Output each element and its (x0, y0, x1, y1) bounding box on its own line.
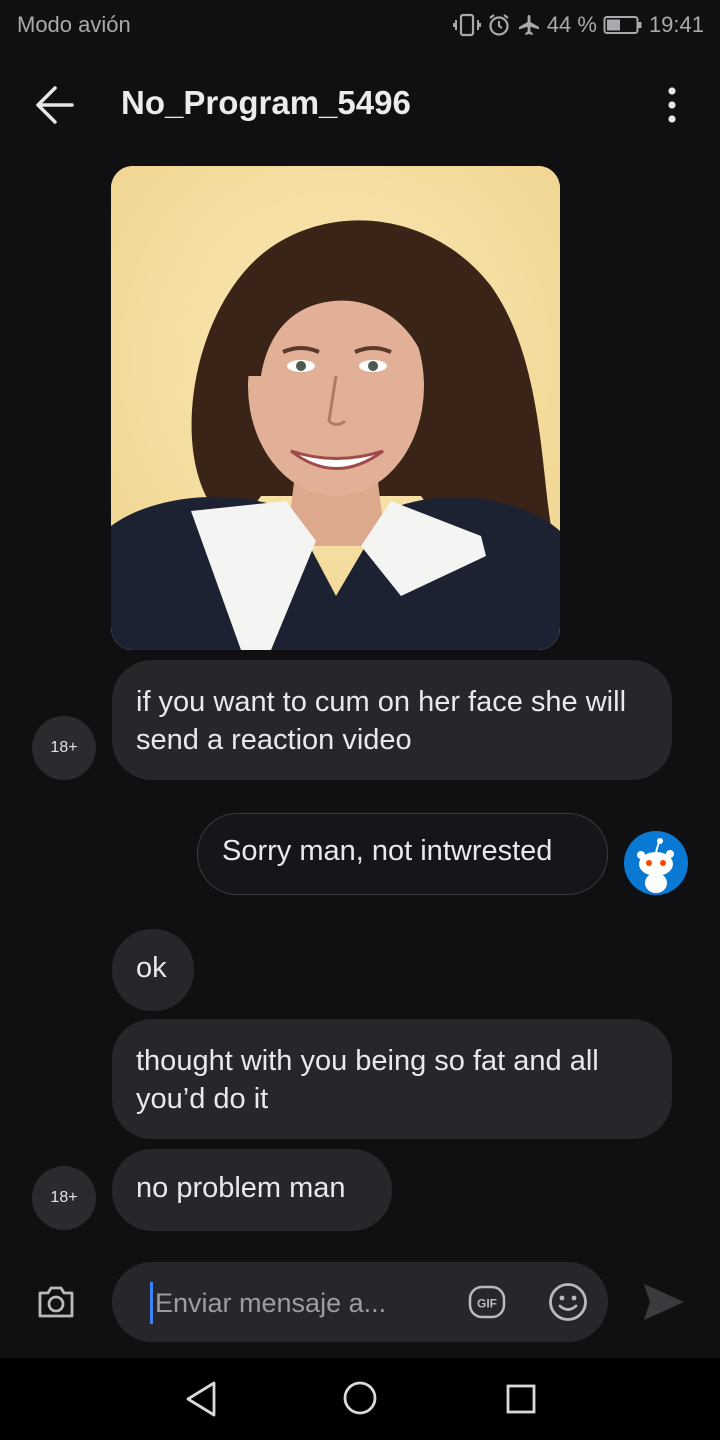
nav-home-button[interactable] (342, 1380, 378, 1416)
clock: 19:41 (648, 12, 704, 37)
send-button[interactable] (642, 1282, 686, 1322)
snoo-avatar-icon (624, 831, 688, 895)
message-composer: GIF (0, 1255, 720, 1355)
message-text: thought with you being so fat and all yo… (136, 1045, 599, 1115)
nav-recents-button[interactable] (505, 1383, 537, 1415)
emoji-button[interactable] (547, 1281, 589, 1323)
nav-back-button[interactable] (184, 1380, 218, 1418)
send-icon (644, 1284, 684, 1320)
message-bubble[interactable]: if you want to cum on her face she will … (112, 660, 672, 780)
message-input-wrapper: GIF (112, 1262, 608, 1342)
age-badge: 18+ (50, 1189, 78, 1206)
sender-avatar[interactable]: 18+ (32, 716, 96, 780)
nav-recents-icon (506, 1384, 536, 1414)
more-options-button[interactable] (656, 80, 688, 130)
status-icons: 44 % 19:41 (452, 8, 704, 42)
alarm-icon (487, 13, 511, 37)
system-nav-bar (0, 1358, 720, 1440)
airplane-icon (517, 13, 541, 37)
portrait-photo (111, 166, 560, 650)
emoji-icon (549, 1283, 587, 1321)
message-text: ok (136, 952, 167, 984)
more-vertical-icon (668, 87, 676, 123)
image-message[interactable] (111, 166, 560, 650)
battery-percent: 44 % (546, 12, 597, 37)
nav-home-icon (343, 1381, 377, 1415)
status-bar: Modo avión 44 % 19:41 (0, 0, 720, 50)
gif-label: GIF (477, 1297, 497, 1311)
message-input[interactable] (150, 1282, 447, 1324)
airplane-mode-label: Modo avión (17, 12, 131, 37)
outgoing-message-bubble[interactable]: Sorry man, not intwrested (197, 813, 608, 895)
nav-back-icon (186, 1381, 216, 1417)
message-bubble[interactable]: thought with you being so fat and all yo… (112, 1019, 672, 1139)
arrow-left-icon (36, 86, 74, 124)
battery-icon (603, 14, 643, 36)
user-avatar[interactable] (624, 831, 688, 895)
back-button[interactable] (30, 80, 80, 130)
message-bubble[interactable]: no problem man (112, 1149, 392, 1231)
message-text: Sorry man, not intwrested (222, 835, 553, 867)
camera-button[interactable] (34, 1280, 78, 1324)
gif-icon: GIF (468, 1285, 506, 1319)
gif-button[interactable]: GIF (468, 1283, 506, 1321)
age-badge: 18+ (50, 739, 78, 756)
chat-header: No_Program_5496 (0, 50, 720, 160)
vibrate-icon (452, 13, 481, 37)
camera-icon (38, 1286, 74, 1318)
chat-title: No_Program_5496 (121, 84, 411, 121)
message-bubble[interactable]: ok (112, 929, 194, 1011)
sender-avatar[interactable]: 18+ (32, 1166, 96, 1230)
message-text: no problem man (136, 1172, 346, 1204)
message-text: if you want to cum on her face she will … (136, 686, 627, 756)
